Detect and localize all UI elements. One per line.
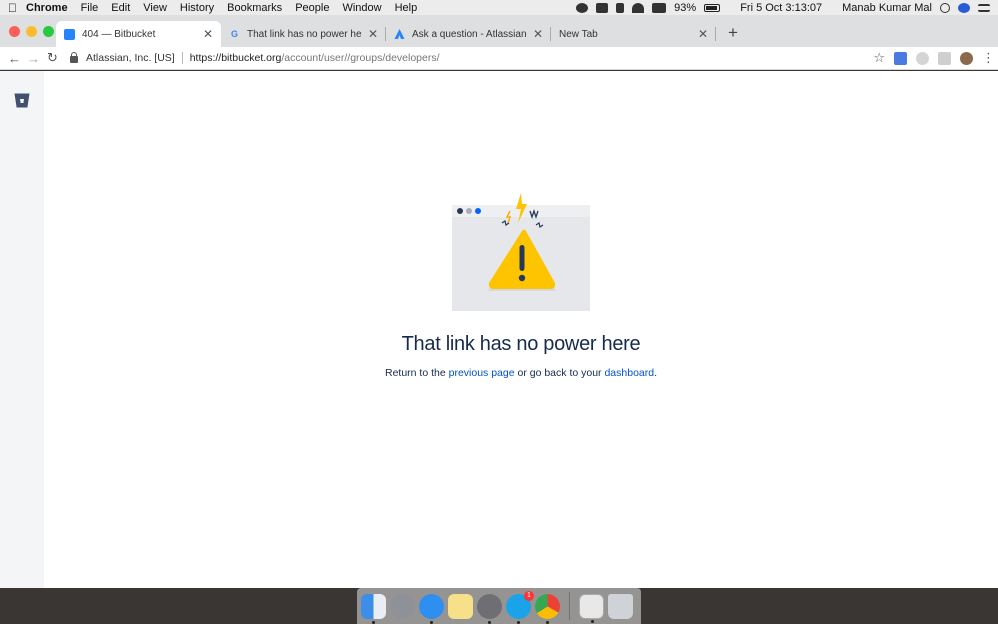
close-tab-icon[interactable]: ✕	[368, 27, 378, 41]
tab-atlassian-community[interactable]: Ask a question - Atlassian Con ✕	[386, 21, 551, 47]
running-indicator	[488, 620, 491, 624]
warning-illustration	[452, 193, 590, 311]
running-indicator	[517, 620, 520, 624]
menu-file[interactable]: File	[81, 2, 99, 14]
apple-icon[interactable]: 	[8, 1, 26, 15]
menu-help[interactable]: Help	[395, 2, 418, 14]
error-title: That link has no power here	[401, 333, 641, 355]
running-indicator	[430, 620, 433, 624]
running-indicator	[546, 620, 549, 624]
tab-title: New Tab	[559, 28, 598, 40]
dashboard-link[interactable]: dashboard	[604, 367, 654, 379]
error-msg-prefix: Return to the	[384, 367, 449, 379]
new-tab-button[interactable]: +	[724, 23, 742, 43]
trash-icon[interactable]	[608, 593, 633, 619]
menu-edit[interactable]: Edit	[111, 2, 130, 14]
siri-icon[interactable]	[958, 2, 970, 13]
menu-app-name[interactable]: Chrome	[26, 2, 68, 14]
close-tab-icon[interactable]: ✕	[698, 27, 708, 41]
bitbucket-logo-icon[interactable]	[14, 93, 30, 108]
bitbucket-sidebar	[0, 71, 44, 588]
tab-title: 404 — Bitbucket	[82, 28, 156, 40]
extension-icon[interactable]	[938, 51, 951, 65]
bluetooth-icon[interactable]	[616, 2, 625, 13]
running-indicator	[591, 619, 594, 623]
atlassian-favicon-icon	[394, 28, 405, 40]
preview-icon[interactable]	[579, 593, 604, 623]
menu-history[interactable]: History	[180, 2, 214, 14]
error-msg-suffix: .	[654, 367, 658, 379]
url-path: /account/user//groups/developers/	[281, 52, 440, 64]
close-tab-icon[interactable]: ✕	[533, 27, 543, 41]
profile-avatar-icon[interactable]	[960, 51, 973, 65]
notification-center-icon[interactable]	[978, 3, 990, 12]
menu-people[interactable]: People	[295, 2, 329, 14]
dock-separator	[569, 592, 570, 620]
main-content: That link has no power here Return to th…	[44, 71, 998, 588]
certificate-org[interactable]: Atlassian, Inc. [US]	[86, 52, 175, 64]
skype-status-icon[interactable]	[576, 2, 589, 13]
dropbox-status-icon[interactable]	[596, 2, 609, 13]
lock-icon[interactable]	[70, 51, 78, 63]
status-area: 93% Fri 5 Oct 3:13:07 Manab Kumar Mal	[576, 2, 990, 14]
safari-icon[interactable]	[419, 593, 444, 624]
omnibox-separator	[181, 52, 183, 64]
tab-google-search[interactable]: G That link has no power here bi ✕	[221, 21, 386, 47]
reload-icon[interactable]: ↻	[43, 50, 62, 66]
forward-icon[interactable]: →	[24, 51, 43, 66]
tab-strip: 404 — Bitbucket ✕ G That link has no pow…	[0, 15, 998, 47]
minimize-window-button[interactable]	[26, 26, 37, 37]
skype-badge: 1	[524, 590, 534, 601]
tab-title: That link has no power here bi	[247, 28, 362, 40]
zoom-window-button[interactable]	[43, 26, 54, 37]
system-preferences-icon[interactable]	[477, 593, 502, 624]
battery-icon[interactable]	[704, 3, 721, 12]
back-icon[interactable]: ←	[5, 51, 24, 66]
google-favicon-icon: G	[230, 29, 238, 39]
menu-bar:  Chrome File Edit View History Bookmark…	[0, 0, 998, 15]
error-msg-middle: or go back to your	[514, 367, 605, 379]
browser-toolbar: ← → ↻ Atlassian, Inc. [US] https://bitbu…	[0, 47, 998, 70]
tab-title: Ask a question - Atlassian Con	[412, 28, 527, 40]
bitbucket-favicon-icon	[64, 28, 75, 40]
page-viewport: That link has no power here Return to th…	[0, 71, 998, 588]
close-tab-icon[interactable]: ✕	[203, 27, 213, 41]
launchpad-icon[interactable]	[390, 593, 415, 619]
window-controls	[9, 26, 54, 37]
wifi-icon[interactable]	[632, 2, 645, 13]
battery-percent: 93%	[674, 1, 697, 14]
toolbar-actions: ☆ ⋮	[873, 50, 995, 66]
skype-icon[interactable]: 1	[506, 590, 534, 624]
tab-bitbucket-404[interactable]: 404 — Bitbucket ✕	[56, 21, 221, 47]
notes-icon[interactable]	[448, 593, 473, 619]
finder-icon[interactable]	[361, 593, 386, 624]
menu-window[interactable]: Window	[342, 2, 381, 14]
menu-kebab-icon[interactable]: ⋮	[982, 50, 995, 66]
user-name[interactable]: Manab Kumar Mal	[842, 2, 932, 14]
tab-new-tab[interactable]: New Tab ✕	[551, 21, 716, 47]
bookmark-star-icon[interactable]: ☆	[873, 50, 885, 66]
macos-dock: 1	[357, 588, 641, 624]
error-message: Return to the previous page or go back t…	[44, 367, 998, 379]
running-indicator	[372, 620, 375, 624]
translate-extension-icon[interactable]	[894, 51, 907, 65]
chrome-icon[interactable]	[535, 593, 560, 624]
address-bar[interactable]: Atlassian, Inc. [US] https://bitbucket.o…	[70, 49, 873, 68]
spotlight-icon[interactable]	[940, 2, 950, 13]
menu-bookmarks[interactable]: Bookmarks	[227, 2, 282, 14]
close-window-button[interactable]	[9, 26, 20, 37]
url-host: https://bitbucket.org	[189, 52, 282, 64]
clock[interactable]: Fri 5 Oct 3:13:07	[740, 2, 822, 14]
chat-extension-icon[interactable]	[916, 51, 929, 65]
menu-view[interactable]: View	[143, 2, 167, 14]
volume-icon[interactable]	[652, 2, 667, 13]
previous-page-link[interactable]: previous page	[449, 367, 515, 379]
